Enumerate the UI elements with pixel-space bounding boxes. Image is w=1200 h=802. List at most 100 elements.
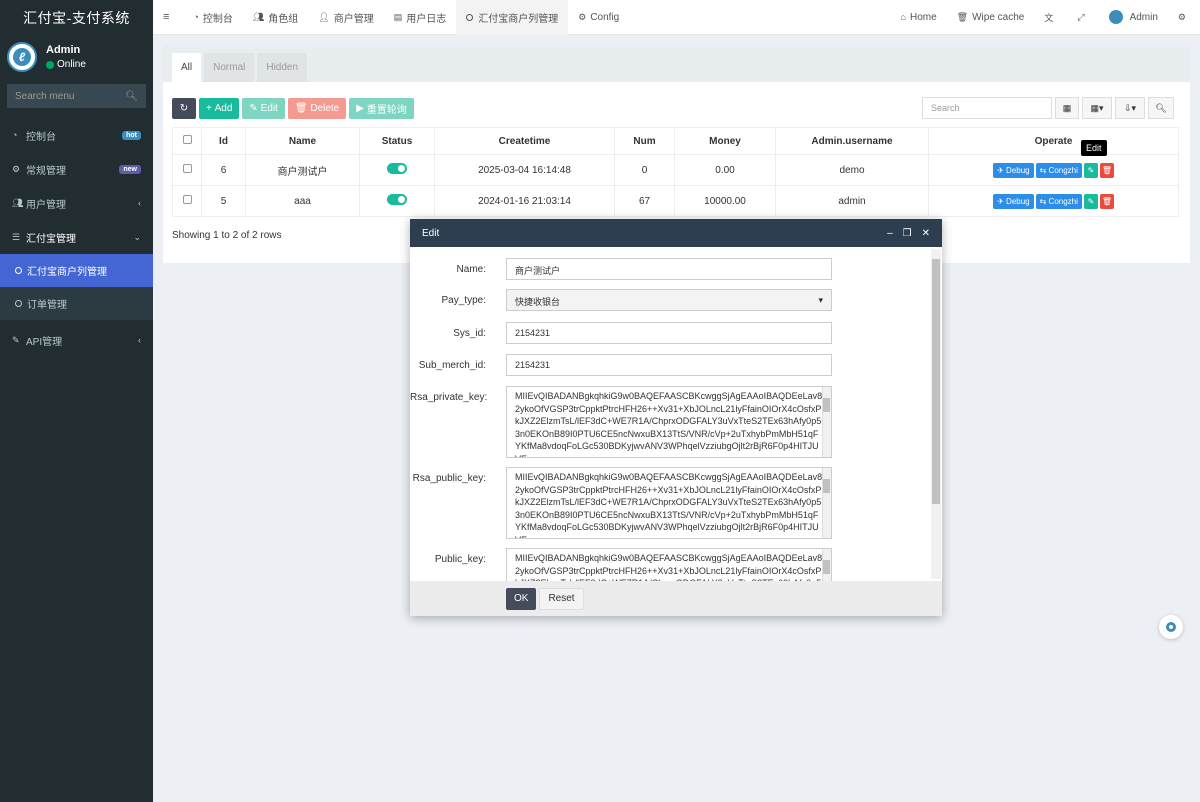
tab-normal[interactable]: Normal [204,53,255,82]
congzhi-button[interactable]: ⇆ Congzhi [1035,193,1082,209]
textarea-scrollbar[interactable] [822,549,831,581]
tab-merchant-list[interactable]: 汇付宝商户列管理 [456,0,569,35]
search-icon[interactable]: 🔍︎ [125,91,138,102]
columns-icon: ▦▾ [1090,102,1104,113]
status-toggle[interactable] [359,185,435,217]
tab-role-group[interactable]: 👥︎ 角色组 [243,0,308,35]
tab-user-log[interactable]: ▤ 用户日志 [384,0,457,35]
toggle-view-button[interactable]: ▦ [1055,97,1079,119]
textarea-scrollbar[interactable] [822,387,831,457]
col-id[interactable]: Id [201,127,246,155]
refresh-button[interactable]: ↻ [172,98,196,119]
row-checkbox[interactable] [172,185,202,217]
edit-button[interactable]: ✎ Edit [242,98,285,119]
table-search-input[interactable]: Search [922,97,1052,119]
edit-row-button[interactable]: ✎ [1083,162,1098,178]
trash-icon: 🗑︎ [956,11,969,22]
sidebar-item-general[interactable]: ⚙ 常规管理 new [0,152,153,186]
columns-button[interactable]: ▦▾ [1082,97,1112,119]
list-icon: ☰ [12,231,21,242]
debug-button[interactable]: ✈ Debug [993,193,1034,209]
sidebar-item-huifubao[interactable]: ☰ 汇付宝管理 ⌄ [0,220,153,254]
export-icon: ⇩▾ [1123,102,1137,113]
badge-hot: hot [122,130,141,140]
status-toggle[interactable] [359,154,435,186]
export-button[interactable]: ⇩▾ [1115,97,1145,119]
wipe-cache-button[interactable]: 🗑︎ Wipe cache [947,0,1035,35]
ok-button[interactable]: OK [506,587,537,610]
col-num[interactable]: Num [614,127,675,155]
brand-logo-icon: ℓ [13,48,31,66]
rsa-private-key-field[interactable]: MIIEvQIBADANBgkqhkiG9w0BAQEFAASCBKcwggSj… [506,386,832,458]
tab-all[interactable]: All [172,53,202,82]
delete-row-button[interactable]: 🗑︎ [1099,193,1114,209]
pencil-icon: ✎ [249,103,258,114]
user-status: Online [46,59,86,70]
name-field[interactable]: 商户测试户 [506,258,832,280]
sidebar-item-users[interactable]: 👥︎ 用户管理 ‹ [0,186,153,220]
modal-scrollbar[interactable] [931,249,941,579]
online-dot-icon [46,60,54,69]
home-link[interactable]: ⌂ Home [891,0,947,35]
sys-id-field[interactable]: 2154231 [506,322,832,344]
rsa-public-key-field[interactable]: MIIEvQIBADANBgkqhkiG9w0BAQEFAASCBKcwggSj… [506,467,832,539]
maximize-icon[interactable]: ❐ [903,228,912,239]
table-tools: Search ▦ ▦▾ ⇩▾ 🔍︎ [922,97,1177,119]
sidebar-item-merchant-list[interactable]: 汇付宝商户列管理 [0,254,153,287]
home-icon: ⌂ [900,12,906,22]
brand-logo-icon [1108,10,1123,24]
debug-button[interactable]: ✈ Debug [993,162,1034,178]
sub-merch-id-field[interactable]: 2154231 [506,354,832,376]
public-key-field[interactable]: MIIEvQIBADANBgkqhkiG9w0BAQEFAASCBKcwggSj… [506,548,832,581]
settings-button[interactable]: ⚙ [1168,0,1200,35]
col-money[interactable]: Money [674,127,776,155]
toolbar: ↻ + Add ✎ Edit 🗑︎ Delete ▶ 重置轮询 [172,98,417,119]
sidebar-toggle-button[interactable]: ≡ [153,0,183,35]
textarea-scrollbar[interactable] [822,468,831,538]
edit-row-button[interactable]: ✎ [1083,193,1098,209]
table-row: 5 aaa 2024-01-16 21:03:14 67 10000.00 ad… [172,185,1179,217]
row-checkbox[interactable] [172,154,202,186]
minimize-icon[interactable]: ‒ [887,228,893,239]
language-button[interactable]: 文 [1034,0,1067,35]
sidebar-item-api[interactable]: ✎ API管理 ‹ [0,323,153,357]
col-status[interactable]: Status [359,127,435,155]
tab-hidden[interactable]: Hidden [257,53,308,82]
modal-body: Name: 商户测试户 Pay_type: 快捷收银台 ▾ Sys_id: 21… [410,247,942,581]
sidebar-item-orders[interactable]: 订单管理 [0,287,153,320]
cell-money: 10000.00 [674,185,776,217]
sidebar: 汇付宝-支付系统 ℓ Admin Online Search menu 🔍︎ ◔… [0,0,153,802]
advanced-search-button[interactable]: 🔍︎ [1148,97,1174,119]
badge-new: new [119,164,141,174]
col-name[interactable]: Name [245,127,360,155]
app-logo[interactable]: 汇付宝-支付系统 [0,0,153,35]
tab-dashboard[interactable]: ◔ 控制台 [183,0,242,35]
delete-row-button[interactable]: 🗑︎ [1099,162,1114,178]
select-all-checkbox[interactable] [172,127,202,155]
fullscreen-button[interactable]: ⤢ [1067,0,1098,35]
reset-poll-button[interactable]: ▶ 重置轮询 [349,98,414,119]
cell-admin: admin [775,185,929,217]
search-menu-input[interactable]: Search menu 🔍︎ [7,84,146,108]
close-icon[interactable]: ✕ [922,228,930,239]
col-admin-username[interactable]: Admin.username [775,127,929,155]
users-icon: 👥︎ [12,197,24,208]
col-createtime[interactable]: Createtime [434,127,615,155]
reset-button[interactable]: Reset [539,587,584,610]
cell-id: 5 [201,185,246,217]
congzhi-button[interactable]: ⇆ Congzhi [1035,162,1082,178]
delete-button[interactable]: 🗑︎ Delete [287,98,347,119]
dashboard-icon: ◔ [193,12,199,22]
floating-action-button[interactable] [1159,615,1183,639]
submenu: 汇付宝商户列管理 订单管理 [0,254,153,320]
ring-icon [1166,622,1176,632]
sidebar-item-dashboard[interactable]: ◔ 控制台 hot [0,118,153,152]
name-label: Name: [456,264,486,275]
tab-config[interactable]: ⚙ Config [568,0,629,35]
admin-menu[interactable]: Admin [1099,0,1168,35]
pay-type-select[interactable]: 快捷收银台 ▾ [506,289,832,311]
cogs-icon: ⚙ [1177,11,1186,22]
tab-merchant[interactable]: 👤︎ 商户管理 [308,0,383,35]
add-button[interactable]: + Add [199,98,240,119]
cell-operate: ✈ Debug ⇆ Congzhi ✎ 🗑︎ [928,185,1179,217]
